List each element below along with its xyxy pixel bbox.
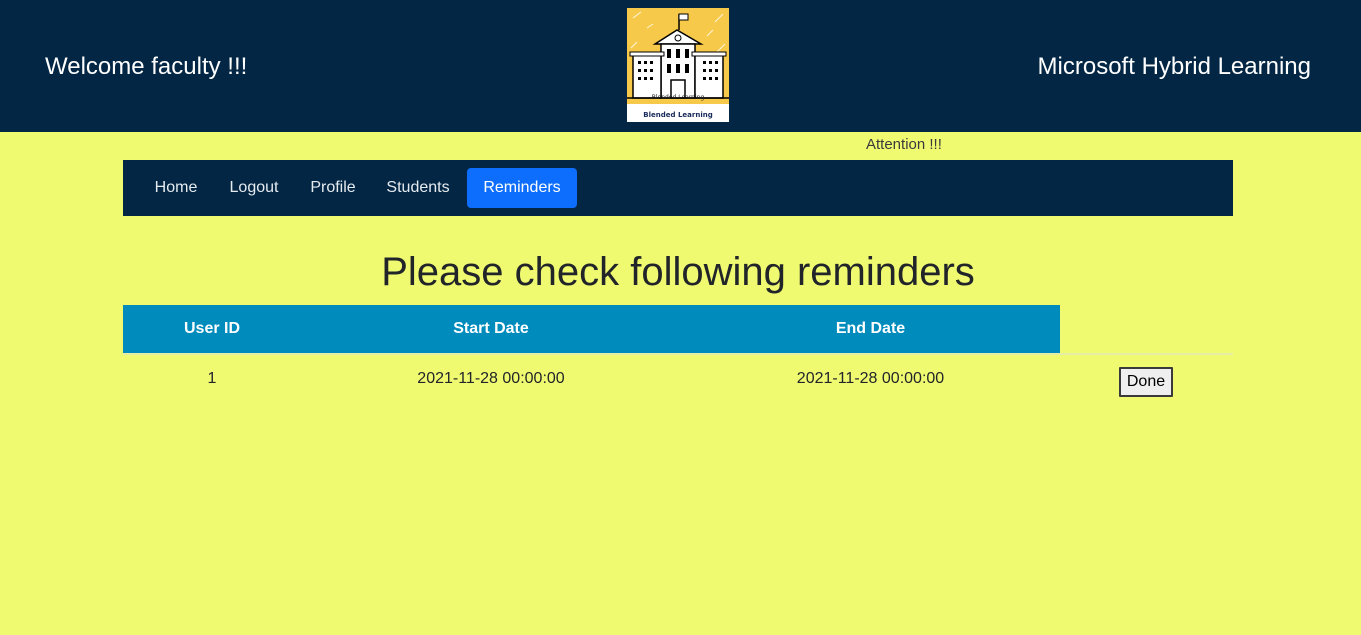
done-button[interactable]: Done	[1119, 367, 1173, 397]
brand-title: Microsoft Hybrid Learning	[1037, 53, 1311, 80]
table-header: User ID Start Date End Date	[123, 305, 1060, 353]
logo-small-text: Blended Learning	[652, 94, 705, 101]
page-title: Please check following reminders	[381, 250, 975, 294]
welcome-text: Welcome faculty !!!	[45, 53, 248, 80]
cell-start-date: 2021-11-28 00:00:00	[417, 370, 565, 387]
cell-end-date: 2021-11-28 00:00:00	[796, 370, 945, 387]
attention-text: Attention !!!	[866, 136, 942, 153]
top-header: Welcome faculty !!! Blended Learning Ble…	[0, 0, 1361, 132]
nav-home-link[interactable]: Home	[139, 168, 213, 208]
nav-students-link[interactable]: Students	[377, 168, 459, 208]
cell-user-id: 1	[207, 370, 217, 387]
main-navbar: Home Logout Profile Students Reminders	[123, 160, 1233, 216]
table-row-divider	[123, 353, 1233, 355]
column-header-end-date: End Date	[835, 320, 906, 337]
logo-caption: Blended Learning	[643, 111, 712, 119]
nav-logout-link[interactable]: Logout	[217, 168, 291, 208]
nav-profile-link[interactable]: Profile	[300, 168, 366, 208]
column-header-start-date: Start Date	[453, 320, 529, 337]
column-header-user-id: User ID	[183, 320, 241, 337]
school-logo: Blended Learning Blended Learning	[627, 8, 729, 122]
nav-reminders-link[interactable]: Reminders	[467, 168, 577, 208]
